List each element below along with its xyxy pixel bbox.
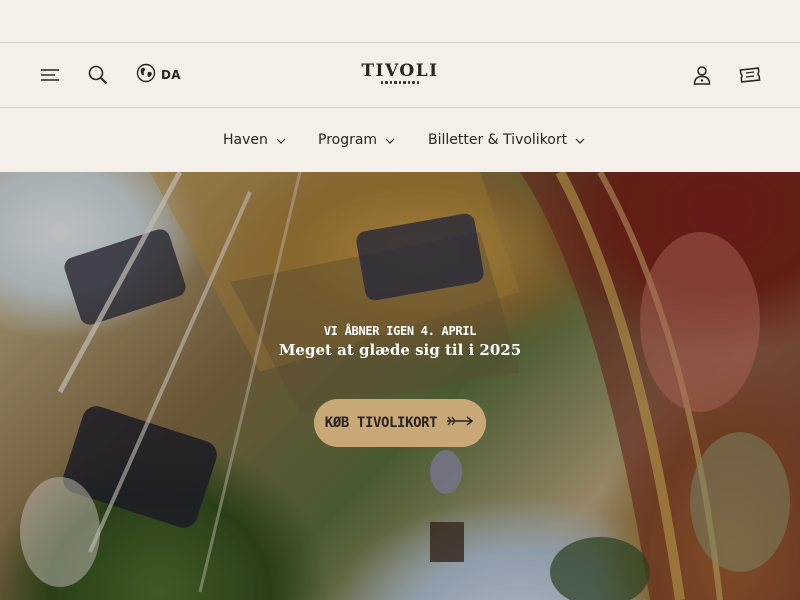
cta-label: KØB TIVOLIKORT [324, 415, 438, 431]
nav-item-haven[interactable]: Haven [223, 130, 286, 150]
chevron-down-icon [276, 131, 286, 149]
language-selector[interactable]: DA [136, 63, 181, 87]
user-icon[interactable] [690, 63, 714, 87]
chevron-down-icon [575, 131, 585, 149]
logo-text: TIVOLI [361, 61, 439, 81]
hero-title: Meget at glæde sig til i 2025 [278, 341, 522, 359]
language-label: DA [161, 68, 181, 82]
nav-item-label: Haven [223, 132, 268, 148]
nav-item-billetter[interactable]: Billetter & Tivolikort [428, 130, 585, 150]
nav-item-program[interactable]: Program [318, 130, 395, 150]
search-icon[interactable] [86, 63, 110, 87]
hero-banner: VI ÅBNER IGEN 4. APRIL Meget at glæde si… [0, 172, 800, 600]
main-nav: Haven Program Billetter & Tivolikort [0, 108, 800, 172]
globe-icon [136, 63, 156, 88]
buy-tivolikort-button[interactable]: KØB TIVOLIKORT [314, 399, 486, 447]
chevron-down-icon [385, 131, 395, 149]
nav-item-label: Program [318, 132, 378, 148]
top-strip [0, 0, 800, 43]
logo-dots [380, 81, 420, 84]
nav-item-label: Billetter & Tivolikort [428, 132, 568, 148]
hero-kicker: VI ÅBNER IGEN 4. APRIL [323, 324, 477, 338]
menu-icon[interactable] [38, 63, 62, 87]
tivoli-logo[interactable]: TIVOLI [350, 62, 450, 88]
arrow-right-icon [445, 414, 475, 432]
site-header: DA TIVOLI [0, 43, 800, 108]
hero-overlay [0, 172, 800, 600]
ticket-icon[interactable] [738, 63, 762, 87]
